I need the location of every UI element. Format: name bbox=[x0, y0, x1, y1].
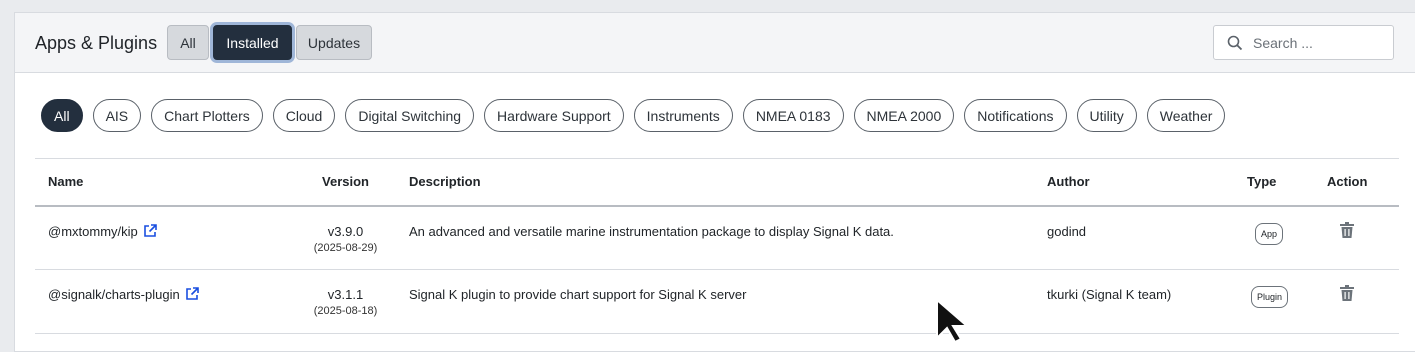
column-name[interactable]: Name bbox=[35, 158, 295, 207]
search-icon bbox=[1227, 35, 1243, 50]
plugin-author: godind bbox=[1034, 205, 1234, 270]
type-cell: App bbox=[1234, 205, 1314, 270]
card-header: Apps & Plugins All Installed Updates bbox=[15, 13, 1415, 73]
apps-plugins-card: Apps & Plugins All Installed Updates All… bbox=[14, 12, 1415, 352]
trash-icon[interactable] bbox=[1340, 221, 1354, 241]
filter-notifications[interactable]: Notifications bbox=[964, 99, 1067, 132]
filter-nmea-2000[interactable]: NMEA 2000 bbox=[853, 99, 955, 132]
filter-nmea-0183[interactable]: NMEA 0183 bbox=[742, 99, 844, 132]
plugin-version: v3.1.1 bbox=[327, 287, 364, 302]
plugin-name: @signalk/charts-plugin bbox=[48, 287, 180, 302]
column-type[interactable]: Type bbox=[1234, 158, 1314, 207]
plugin-release-date: (2025-08-29) bbox=[313, 241, 378, 254]
category-filters: All AIS Chart Plotters Cloud Digital Swi… bbox=[41, 99, 1235, 132]
type-badge: App bbox=[1255, 222, 1284, 245]
column-author[interactable]: Author bbox=[1034, 158, 1234, 207]
page-title: Apps & Plugins bbox=[35, 33, 158, 53]
plugin-author: tkurki (Signal K team) bbox=[1034, 269, 1234, 334]
plugin-version: v3.9.0 bbox=[327, 223, 364, 239]
filter-hardware-support[interactable]: Hardware Support bbox=[484, 99, 624, 132]
plugin-description: An advanced and versatile marine instrum… bbox=[396, 205, 1034, 270]
tab-installed[interactable]: Installed bbox=[213, 25, 292, 60]
version-cell: v3.1.1 (2025-08-18) bbox=[295, 269, 396, 334]
plugin-name-cell: @signalk/charts-plugin bbox=[35, 269, 295, 334]
filter-all[interactable]: All bbox=[41, 99, 83, 132]
search-input[interactable] bbox=[1253, 34, 1373, 51]
tab-updates[interactable]: Updates bbox=[296, 25, 372, 60]
column-version[interactable]: Version bbox=[295, 158, 396, 207]
filter-weather[interactable]: Weather bbox=[1146, 99, 1226, 132]
type-cell: Plugin bbox=[1234, 269, 1314, 334]
filter-digital-switching[interactable]: Digital Switching bbox=[345, 99, 475, 132]
plugin-name-cell: @mxtommy/kip bbox=[35, 205, 295, 270]
action-cell bbox=[1314, 269, 1399, 334]
trash-icon[interactable] bbox=[1340, 285, 1354, 304]
column-action: Action bbox=[1314, 158, 1399, 207]
action-cell bbox=[1314, 205, 1399, 270]
plugin-name: @mxtommy/kip bbox=[48, 223, 138, 239]
type-badge: Plugin bbox=[1251, 286, 1289, 308]
tab-all[interactable]: All bbox=[167, 25, 209, 60]
version-cell: v3.9.0 (2025-08-29) bbox=[295, 205, 396, 270]
search-box[interactable] bbox=[1213, 25, 1394, 60]
column-description[interactable]: Description bbox=[396, 158, 1034, 207]
table-row: @mxtommy/kip v3.9.0 (2025-08-29) An adva… bbox=[35, 205, 1399, 270]
filter-utility[interactable]: Utility bbox=[1076, 99, 1137, 132]
plugin-release-date: (2025-08-18) bbox=[313, 305, 378, 317]
filter-ais[interactable]: AIS bbox=[92, 99, 142, 132]
mouse-pointer-icon bbox=[935, 297, 975, 347]
external-link-icon[interactable] bbox=[185, 287, 199, 304]
table-row: @signalk/charts-plugin v3.1.1 (2025-08-1… bbox=[35, 269, 1399, 334]
filter-chart-plotters[interactable]: Chart Plotters bbox=[151, 99, 263, 132]
filter-instruments[interactable]: Instruments bbox=[633, 99, 733, 132]
plugins-table: Name Version Description Author Type Act… bbox=[35, 158, 1399, 334]
external-link-icon[interactable] bbox=[143, 223, 157, 241]
table-header-row: Name Version Description Author Type Act… bbox=[35, 158, 1399, 207]
filter-cloud[interactable]: Cloud bbox=[272, 99, 336, 132]
